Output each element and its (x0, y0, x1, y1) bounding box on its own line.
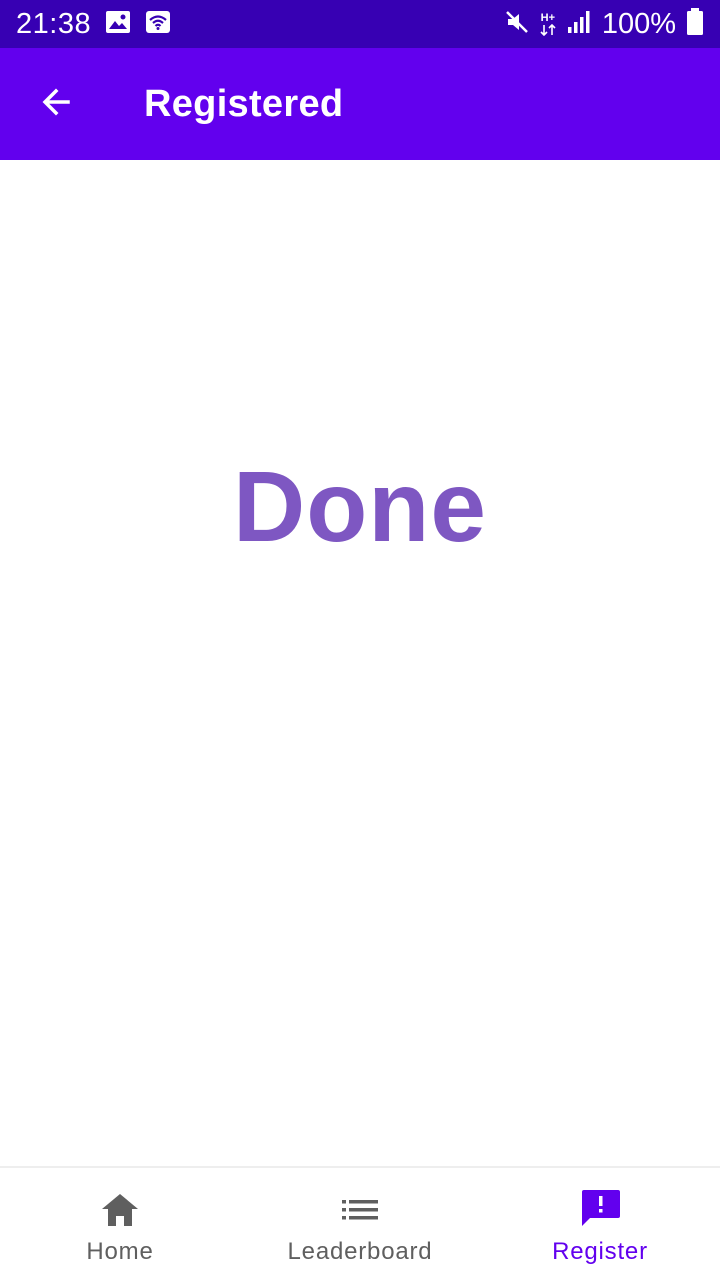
battery-percent: 100% (601, 7, 676, 40)
status-left-icons (105, 10, 171, 39)
status-right-icons: H+ 100% (504, 7, 704, 41)
status-time: 21:38 (16, 7, 92, 40)
done-message: Done (233, 451, 487, 563)
nav-label-leaderboard: Leaderboard (287, 1238, 433, 1265)
wifi-icon (145, 10, 171, 39)
nav-item-leaderboard[interactable]: Leaderboard (240, 1168, 480, 1280)
back-button[interactable] (28, 76, 84, 132)
page-title: Registered (144, 82, 344, 125)
nav-item-register[interactable]: Register (480, 1168, 720, 1280)
bottom-navigation: Home Leaderboard Register (0, 1166, 720, 1280)
status-bar: 21:38 H+ 100% (0, 0, 720, 48)
list-icon (338, 1188, 382, 1232)
signal-icon (566, 9, 592, 40)
home-icon (98, 1188, 142, 1232)
nav-label-home: Home (86, 1238, 154, 1265)
image-notification-icon (105, 10, 131, 39)
network-type-label: H+ (540, 11, 556, 24)
feedback-icon (578, 1188, 622, 1232)
arrow-back-icon (38, 84, 74, 125)
nav-label-register: Register (552, 1238, 648, 1265)
main-content: Done (0, 160, 720, 1166)
network-type-icon: H+ (540, 11, 556, 36)
battery-icon (686, 7, 704, 41)
app-bar: Registered (0, 48, 720, 160)
mute-icon (504, 9, 530, 40)
nav-item-home[interactable]: Home (0, 1168, 240, 1280)
